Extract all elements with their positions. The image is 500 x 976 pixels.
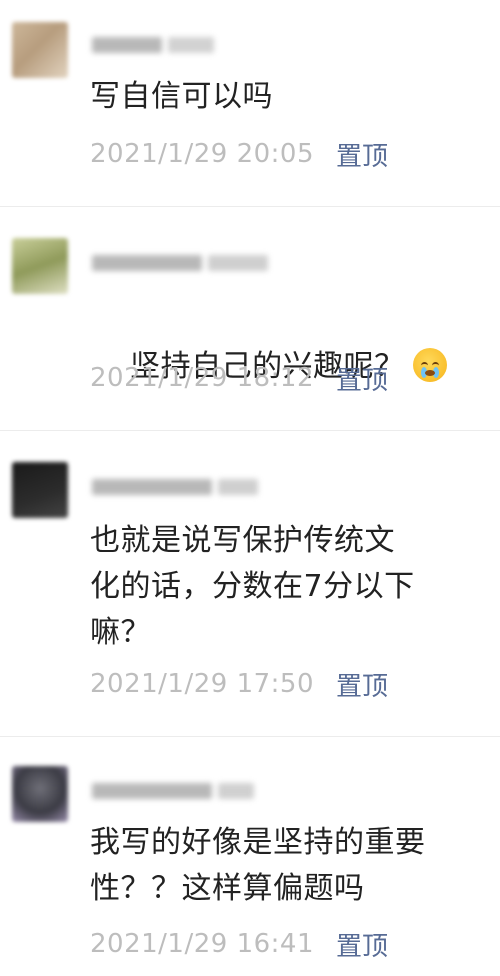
avatar[interactable]: [12, 238, 68, 294]
username-blurred: [92, 34, 214, 56]
comment-text: 写自信可以吗: [90, 79, 273, 114]
pin-button[interactable]: 置顶: [336, 360, 388, 397]
divider: [0, 206, 500, 207]
comment-meta: 2021/1/29 16:41 置顶: [90, 924, 388, 964]
timestamp: 2021/1/29 18:12: [90, 363, 315, 393]
avatar[interactable]: [12, 766, 68, 822]
timestamp: 2021/1/29 16:41: [90, 929, 315, 959]
crying-face-icon: [412, 348, 447, 382]
timestamp: 2021/1/29 17:50: [90, 669, 315, 699]
username-blurred: [92, 252, 268, 274]
comment-meta: 2021/1/29 18:12 置顶: [90, 358, 388, 398]
comment-meta: 2021/1/29 17:50 置顶: [90, 664, 388, 704]
timestamp: 2021/1/29 20:05: [90, 139, 315, 169]
comment-meta: 2021/1/29 20:05 置顶: [90, 134, 388, 174]
divider: [0, 430, 500, 431]
avatar[interactable]: [12, 462, 68, 518]
pin-button[interactable]: 置顶: [336, 926, 388, 963]
username-blurred: [92, 476, 258, 498]
comment-text: 我写的好像是坚持的重要 性？？这样算偏题吗: [90, 825, 426, 906]
divider: [0, 736, 500, 737]
comment-text: 也就是说写保护传统文 化的话，分数在7分以下 嘛？: [90, 523, 415, 650]
pin-button[interactable]: 置顶: [336, 666, 388, 703]
avatar[interactable]: [12, 22, 68, 78]
username-blurred: [92, 780, 254, 802]
pin-button[interactable]: 置顶: [336, 136, 388, 173]
